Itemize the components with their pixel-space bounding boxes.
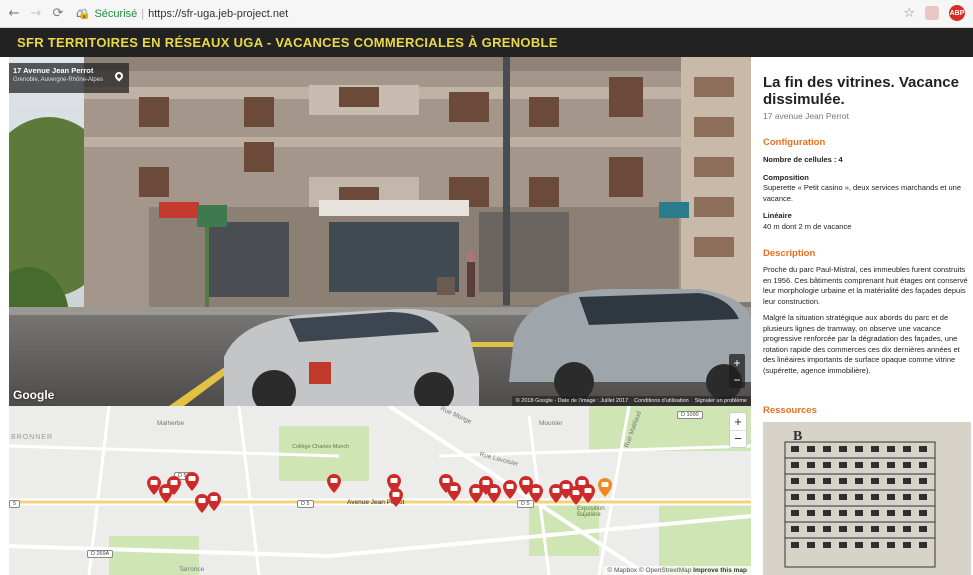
detail-address: 17 avenue Jean Perrot (763, 111, 850, 121)
reload-icon[interactable]: ⟳ (50, 6, 66, 22)
composition-block: Composition Superette « Petit casino », … (763, 173, 969, 205)
bookmark-star-icon[interactable]: ☆ (903, 6, 915, 21)
google-logo: Google (13, 388, 55, 402)
resources-heading: Ressources (763, 405, 817, 416)
adblock-icon[interactable]: ABP (949, 5, 965, 21)
map-label-mounier: Mounier (539, 420, 563, 427)
extension-icon[interactable] (925, 6, 939, 20)
selected-vacancy-marker[interactable] (598, 478, 612, 497)
vacancy-marker[interactable] (389, 488, 403, 507)
description-paragraph-1: Proche du parc Paul-Mistral, ces immeubl… (763, 265, 968, 306)
browser-toolbar: ← → ⟳ ⌂ 🔒 Sécurisé | https://sfr-uga.jeb… (0, 0, 973, 28)
vacancy-marker[interactable] (487, 484, 501, 503)
vacancy-marker[interactable] (167, 476, 181, 495)
browser-extensions: ☆ ABP (903, 5, 965, 21)
composition-text: Superette « Petit casino », deux service… (763, 183, 962, 203)
cells-count: Nombre de cellules : 4 (763, 155, 969, 166)
map-label-college: Collège Charles Munch (292, 444, 350, 450)
vacancy-marker[interactable] (529, 484, 543, 503)
street-view-address: 17 Avenue Jean Perrot (13, 66, 94, 75)
terms-link[interactable]: Conditions d'utilisation (634, 398, 689, 404)
description-paragraph-2: Malgré la situation stratégique aux abor… (763, 313, 960, 375)
report-problem-link[interactable]: Signaler un problème (695, 398, 747, 404)
street-view-region: Grenoble, Auvergne-Rhône-Alpes (13, 77, 104, 83)
imagery-date: © 2018 Google - Date de l'image : Juille… (515, 398, 629, 404)
secure-label: Sécurisé (94, 8, 138, 20)
street-view-zoom-control: + − (729, 354, 745, 388)
description-heading: Description (763, 248, 816, 259)
detail-panel: La fin des vitrines. Vacance dissimulée.… (763, 57, 973, 575)
facade-drawing-image: B (763, 422, 971, 575)
lock-icon: 🔒 (78, 8, 91, 20)
configuration-heading: Configuration (763, 137, 826, 148)
street-view-address-card: 17 Avenue Jean Perrot Grenoble, Auvergne… (9, 63, 129, 93)
vacancy-marker[interactable] (581, 484, 595, 503)
url-separator: | (141, 8, 145, 20)
commerce-map[interactable]: BRONNER Malherbe Collège Charles Munch A… (9, 406, 751, 575)
road-tag-d269a: D 269A (87, 550, 114, 558)
map-zoom-out-button[interactable]: − (730, 431, 746, 448)
street-view-image (9, 57, 751, 406)
site-header: SFR TERRITOIRES EN RÉSEAUX UGA - VACANCE… (0, 28, 973, 57)
mapbox-credit[interactable]: © Mapbox © OpenStreetMap (607, 567, 691, 574)
road-tag-d1090: D 1090 (677, 411, 703, 419)
cells-count-text: Nombre de cellules : 4 (763, 155, 843, 164)
map-label-tarronce: Tarronce (179, 566, 205, 573)
detail-title: La fin des vitrines. Vacance dissimulée. (763, 74, 959, 108)
map-label-bronner: BRONNER (11, 434, 54, 441)
zoom-in-button[interactable]: + (729, 354, 745, 371)
vacancy-marker[interactable] (327, 474, 341, 493)
map-zoom-in-button[interactable]: + (730, 413, 746, 431)
resource-facade-drawing[interactable]: B (763, 422, 971, 575)
map-label-exposition: Exposition Bajatière (577, 506, 605, 518)
site-title[interactable]: SFR TERRITOIRES EN RÉSEAUX UGA - VACANCE… (17, 35, 558, 50)
street-view-attribution: © 2018 Google - Date de l'image : Juille… (511, 396, 751, 406)
back-icon[interactable]: ← (6, 6, 22, 22)
vacancy-marker[interactable] (447, 482, 461, 501)
map-label-malherbe: Malherbe (157, 420, 185, 427)
vacancy-marker[interactable] (503, 480, 517, 499)
map-zoom-control: + − (729, 412, 747, 448)
vacancy-marker[interactable] (207, 492, 221, 511)
road-tag-d5-d: 5 (9, 500, 21, 508)
vacancy-marker[interactable] (185, 472, 199, 491)
street-view-panorama[interactable]: 17 Avenue Jean Perrot Grenoble, Auvergne… (9, 57, 751, 406)
road-tag-d5-b: D 5 (297, 500, 314, 508)
lineaire-block: Linéaire 40 m dont 2 m de vacance (763, 211, 969, 232)
url-text: https://sfr-uga.jeb-project.net (148, 8, 289, 20)
map-tiles (9, 406, 751, 575)
lineaire-text: 40 m dont 2 m de vacance (763, 221, 852, 231)
composition-label: Composition (763, 172, 809, 182)
forward-icon[interactable]: → (28, 6, 44, 22)
address-bar[interactable]: 🔒 Sécurisé | https://sfr-uga.jeb-project… (78, 4, 938, 24)
zoom-out-button[interactable]: − (729, 371, 745, 388)
lineaire-label: Linéaire (763, 211, 792, 220)
improve-map-link[interactable]: Improve this map (693, 567, 747, 574)
map-attribution: © Mapbox © OpenStreetMap Improve this ma… (603, 566, 751, 575)
